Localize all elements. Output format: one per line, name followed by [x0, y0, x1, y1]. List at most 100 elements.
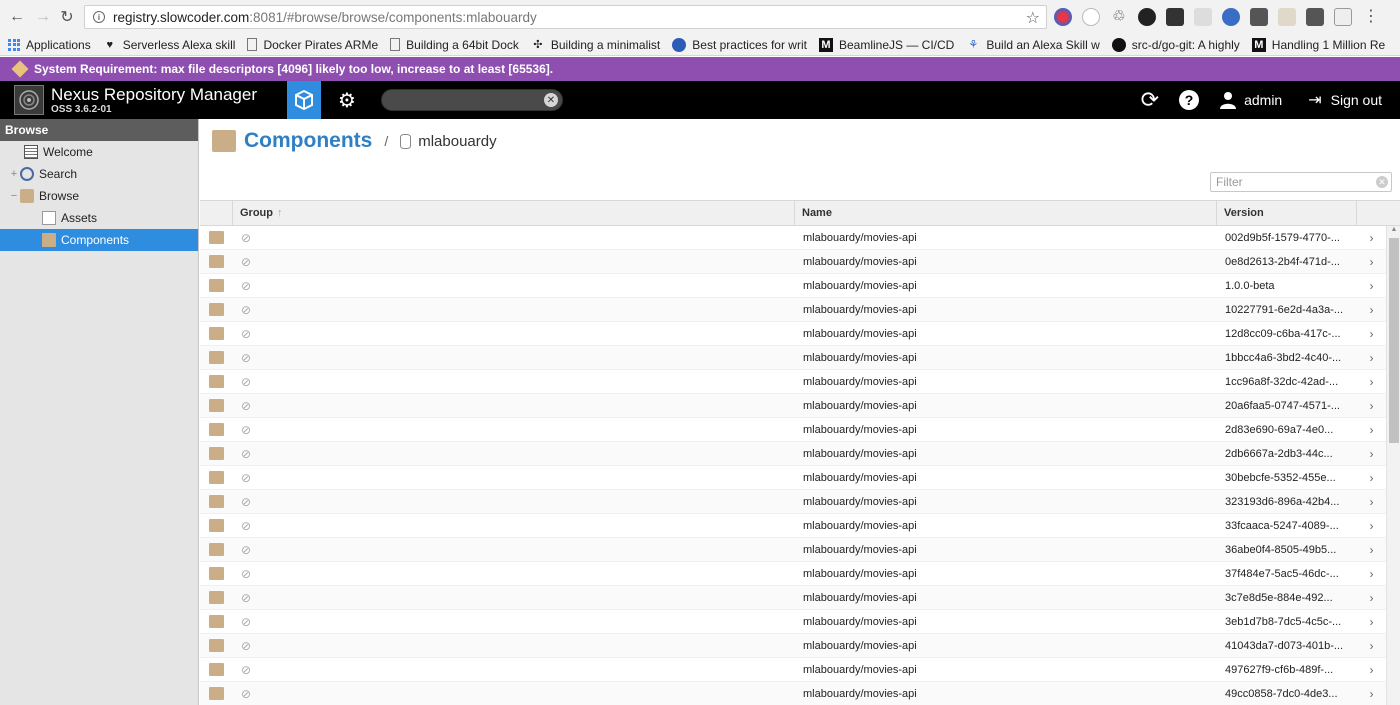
extension-icon[interactable]: [1222, 8, 1240, 26]
info-icon[interactable]: i: [93, 11, 105, 23]
bookmark-item[interactable]: Best practices for writ: [672, 37, 807, 52]
bookmark-item[interactable]: M BeamlineJS — CI/CD: [818, 37, 954, 52]
collapse-icon[interactable]: −: [8, 190, 20, 202]
table-row[interactable]: ⊘ mlabouardy/movies-api 36abe0f4-8505-49b5…: [200, 538, 1386, 562]
extension-icon[interactable]: [1306, 8, 1324, 26]
row-chevron-icon[interactable]: ›: [1357, 543, 1386, 557]
sign-out-label: Sign out: [1330, 92, 1382, 108]
table-row[interactable]: ⊘ mlabouardy/movies-api 10227791-6e2d-4a3a…: [200, 298, 1386, 322]
column-header-group[interactable]: Group ↑: [233, 201, 795, 225]
bookmark-item[interactable]: Docker Pirates ARMe: [247, 38, 378, 52]
scroll-up-icon[interactable]: ▲: [1387, 226, 1400, 236]
sidebar-item-browse[interactable]: − Browse: [0, 185, 198, 207]
row-chevron-icon[interactable]: ›: [1357, 615, 1386, 629]
extension-icon[interactable]: ♲: [1110, 8, 1128, 26]
clear-filter-icon[interactable]: ✕: [1376, 176, 1388, 188]
extension-icon[interactable]: [1082, 8, 1100, 26]
sidebar-item-assets[interactable]: Assets: [0, 207, 198, 229]
page-title[interactable]: Components: [244, 129, 372, 153]
extension-icon[interactable]: [1138, 8, 1156, 26]
bookmark-item[interactable]: ✣ Building a minimalist: [531, 38, 660, 52]
table-row[interactable]: ⊘ mlabouardy/movies-api 0e8d2613-2b4f-471d…: [200, 250, 1386, 274]
filter-input[interactable]: Filter ✕: [1210, 172, 1392, 192]
table-row[interactable]: ⊘ mlabouardy/movies-api 30bebcfe-5352-455e…: [200, 466, 1386, 490]
table-row[interactable]: ⊘ mlabouardy/movies-api 20a6faa5-0747-4571…: [200, 394, 1386, 418]
bookmark-star-icon[interactable]: ☆: [1026, 8, 1040, 28]
row-chevron-icon[interactable]: ›: [1357, 519, 1386, 533]
bookmark-item[interactable]: src-d/go-git: A highly: [1111, 37, 1240, 52]
table-row[interactable]: ⊘ mlabouardy/movies-api 12d8cc09-c6ba-417c…: [200, 322, 1386, 346]
row-chevron-icon[interactable]: ›: [1357, 687, 1386, 701]
bookmark-item[interactable]: ⚘ Build an Alexa Skill w: [966, 38, 1099, 52]
row-chevron-icon[interactable]: ›: [1357, 255, 1386, 269]
table-row[interactable]: ⊘ mlabouardy/movies-api 2db6667a-2db3-44c.…: [200, 442, 1386, 466]
row-chevron-icon[interactable]: ›: [1357, 399, 1386, 413]
scrollbar-thumb[interactable]: [1389, 238, 1399, 443]
extension-icon[interactable]: [1278, 8, 1296, 26]
row-chevron-icon[interactable]: ›: [1357, 351, 1386, 365]
table-row[interactable]: ⊘ mlabouardy/movies-api 41043da7-d073-401b…: [200, 634, 1386, 658]
table-row[interactable]: ⊘ mlabouardy/movies-api 323193d6-896a-42b4…: [200, 490, 1386, 514]
sidebar-item-components[interactable]: Components: [0, 229, 198, 251]
row-chevron-icon[interactable]: ›: [1357, 471, 1386, 485]
bookmark-item[interactable]: Building a 64bit Dock: [390, 38, 519, 52]
table-row[interactable]: ⊘ mlabouardy/movies-api 1cc96a8f-32dc-42ad…: [200, 370, 1386, 394]
vertical-scrollbar[interactable]: ▲: [1386, 226, 1400, 705]
sidebar-item-welcome[interactable]: Welcome: [0, 141, 198, 163]
expand-icon[interactable]: +: [8, 168, 20, 180]
table-row[interactable]: ⊘ mlabouardy/movies-api 1.0.0-beta ›: [200, 274, 1386, 298]
extension-icon[interactable]: [1054, 8, 1072, 26]
row-chevron-icon[interactable]: ›: [1357, 279, 1386, 293]
table-row[interactable]: ⊘ mlabouardy/movies-api 37f484e7-5ac5-46dc…: [200, 562, 1386, 586]
table-row[interactable]: ⊘ mlabouardy/movies-api 49cc0858-7dc0-4de3…: [200, 682, 1386, 705]
no-group-icon: ⊘: [241, 254, 252, 269]
bookmark-apps[interactable]: Applications: [8, 38, 91, 52]
row-chevron-icon[interactable]: ›: [1357, 495, 1386, 509]
row-chevron-icon[interactable]: ›: [1357, 663, 1386, 677]
row-chevron-icon[interactable]: ›: [1357, 303, 1386, 317]
help-icon[interactable]: ?: [1179, 90, 1200, 110]
table-row[interactable]: ⊘ mlabouardy/movies-api 33fcaaca-5247-4089…: [200, 514, 1386, 538]
column-header-version[interactable]: Version: [1217, 201, 1357, 225]
reload-icon[interactable]: ↻: [54, 4, 80, 30]
row-chevron-icon[interactable]: ›: [1357, 447, 1386, 461]
table-row[interactable]: ⊘ mlabouardy/movies-api 1bbcc4a6-3bd2-4c40…: [200, 346, 1386, 370]
row-chevron-icon[interactable]: ›: [1357, 327, 1386, 341]
column-header-name[interactable]: Name: [795, 201, 1217, 225]
row-chevron-icon[interactable]: ›: [1357, 591, 1386, 605]
row-chevron-icon[interactable]: ›: [1357, 375, 1386, 389]
refresh-icon[interactable]: ⟳: [1141, 87, 1159, 113]
table-row[interactable]: ⊘ mlabouardy/movies-api 497627f9-cf6b-489f…: [200, 658, 1386, 682]
row-chevron-icon[interactable]: ›: [1357, 567, 1386, 581]
sidebar-item-search[interactable]: + Search: [0, 163, 198, 185]
menu-dots-icon[interactable]: ⋮: [1362, 8, 1380, 26]
table-row[interactable]: ⊘ mlabouardy/movies-api 3c7e8d5e-884e-492.…: [200, 586, 1386, 610]
browse-mode-button[interactable]: [287, 81, 321, 119]
butterfly-icon: ⚘: [968, 39, 979, 51]
row-chevron-icon[interactable]: ›: [1357, 423, 1386, 437]
component-icon: [209, 567, 224, 580]
version-cell: 497627f9-cf6b-489f-...: [1225, 663, 1334, 676]
extension-icon[interactable]: [1194, 8, 1212, 26]
row-chevron-icon[interactable]: ›: [1357, 231, 1386, 245]
forward-arrow-icon[interactable]: →: [30, 4, 56, 30]
component-cell: [200, 399, 233, 412]
search-input[interactable]: ✕: [381, 89, 563, 111]
address-bar[interactable]: i registry.slowcoder.com:8081/#browse/br…: [84, 5, 1047, 29]
table-row[interactable]: ⊘ mlabouardy/movies-api 002d9b5f-1579-4770…: [200, 226, 1386, 250]
group-cell: ⊘: [233, 231, 795, 245]
extension-icon[interactable]: [1250, 8, 1268, 26]
back-arrow-icon[interactable]: ←: [4, 4, 30, 30]
bookmark-item[interactable]: M Handling 1 Million Re: [1251, 37, 1385, 52]
extension-icon[interactable]: [1334, 8, 1352, 26]
extension-icon[interactable]: [1166, 8, 1184, 26]
clear-search-icon[interactable]: ✕: [544, 93, 558, 107]
name-cell: mlabouardy/movies-api: [803, 231, 917, 244]
user-menu[interactable]: admin: [1219, 91, 1282, 109]
row-chevron-icon[interactable]: ›: [1357, 639, 1386, 653]
sign-out-button[interactable]: ⇥ Sign out: [1308, 90, 1382, 110]
table-row[interactable]: ⊘ mlabouardy/movies-api 2d83e690-69a7-4e0.…: [200, 418, 1386, 442]
bookmark-item[interactable]: ♥ Serverless Alexa skill: [103, 38, 235, 52]
gear-icon[interactable]: ⚙: [334, 81, 360, 119]
table-row[interactable]: ⊘ mlabouardy/movies-api 3eb1d7b8-7dc5-4c5c…: [200, 610, 1386, 634]
